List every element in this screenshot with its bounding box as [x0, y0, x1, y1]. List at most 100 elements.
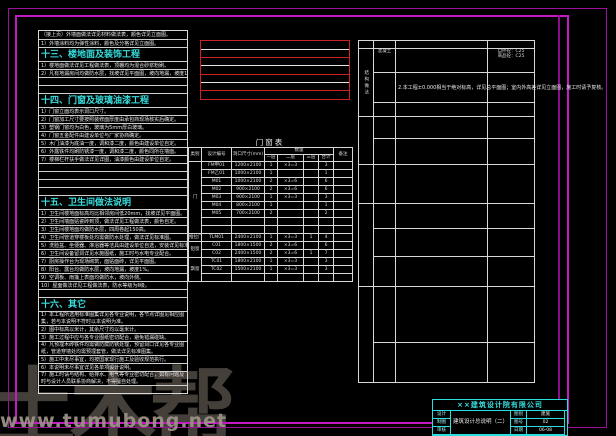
dw-cell: C01 [202, 242, 232, 250]
dw-row: M04800×210011 [189, 202, 353, 210]
dw-cell [304, 210, 319, 218]
dw-header-row: 类别设计编号洞口尺寸(mm)数量备注 [189, 148, 353, 155]
notes-line: 1）卫生间楼地面标高均比相邻房间低20mm，找坡详见平面图。 [39, 209, 187, 217]
rt-cell [396, 204, 488, 229]
rt-row [359, 287, 535, 343]
rt-group-cell [359, 204, 374, 287]
title-block-company: ××建筑设计院有限公司 [433, 400, 567, 411]
dw-cell [304, 274, 319, 282]
dw-cell: ×3=6 [278, 250, 304, 258]
dw-cell [334, 258, 353, 266]
rt-cell [396, 103, 488, 117]
dw-cell [278, 170, 304, 178]
notes-section-header: 十六、其它 [39, 297, 187, 311]
notes-line: 2）图中标高以米计，其余尺寸均以毫米计。 [39, 325, 187, 333]
rt-row [359, 103, 535, 117]
dw-cell [232, 274, 265, 282]
dw-cell: 2 [265, 178, 278, 186]
general-notes-column: （接上页）外墙面做法详见材料做法表，颜色详见立面图。1）外墙涂料均为弹性涂料，颜… [38, 30, 188, 394]
dw-cell: ×3=3 [278, 266, 304, 274]
dw-cell: M05 [202, 210, 232, 218]
rt-cell [488, 343, 535, 383]
dw-cell: 800×2100 [232, 202, 265, 210]
rt-cell: 自拌砼：C25 商品砼：C25 [488, 49, 535, 73]
rt-row [359, 257, 535, 287]
dw-cell: 2400×1500 [232, 250, 265, 258]
dw-cell: 2 [265, 250, 278, 258]
dw-cell: 2 [265, 186, 278, 194]
notes-empty-row [39, 77, 187, 85]
rt-cell [374, 229, 396, 257]
rt-row: 结构做法混凝土自拌砼：C25 商品砼：C25 [359, 49, 535, 73]
dw-cell: 1 [265, 266, 278, 274]
rt-cell [396, 139, 488, 165]
dw-group-label: 飘窗 [189, 258, 202, 282]
rt-cell [488, 165, 535, 204]
dw-cell [278, 226, 304, 234]
dw-header-cell: 类别 [189, 148, 202, 162]
dw-row: M011000×21002×3=66 [189, 178, 353, 186]
dw-cell: 1 [265, 194, 278, 202]
dw-cell: 1 [265, 202, 278, 210]
dw-cell: 1200×2100 [232, 162, 265, 170]
dw-cell: TC02 [202, 266, 232, 274]
rt-row [359, 139, 535, 165]
ruled-line [201, 74, 349, 75]
rt-cell [374, 103, 396, 117]
dw-subheader-cell: 合计 [319, 155, 334, 162]
dw-cell: M02 [202, 186, 232, 194]
rt-cell [396, 287, 488, 343]
dw-cell [334, 186, 353, 194]
rt-row [359, 117, 535, 139]
dw-cell [202, 218, 232, 226]
dw-row: 飘窗TC011800×21001×3=33 [189, 258, 353, 266]
title-block-grid: 设计建筑设计总说明（二）图别建施制图图号02审核日期06-08 [433, 411, 567, 435]
notes-line: 4）凡预埋木砖铁件均需做防腐防锈处理，预留洞口详见各专业图纸，管道穿墙处均需预埋… [39, 341, 187, 355]
rt-cell [396, 49, 488, 73]
dw-cell: TC01 [202, 258, 232, 266]
rt-header-cell [488, 41, 535, 49]
dw-cell: 1800×2100 [232, 258, 265, 266]
rt-row [359, 204, 535, 229]
rt-cell [488, 103, 535, 117]
rt-row [359, 343, 535, 383]
dw-cell: 900×2100 [232, 186, 265, 194]
notes-line: 3）卫生间楼地面均做防水层，四周卷起150高。 [39, 225, 187, 233]
dw-cell: 6 [319, 186, 334, 194]
dw-cell: M04 [202, 202, 232, 210]
notes-line: 10）屋面做法详见工程做法表，防水等级为Ⅱ级。 [39, 281, 187, 289]
notes-empty-row [39, 85, 187, 93]
dw-cell [334, 242, 353, 250]
rt-header-row [359, 41, 535, 49]
materials-table-grid: 结构做法混凝土自拌砼：C25 商品砼：C25 [358, 40, 535, 383]
notes-empty-row [39, 289, 187, 297]
door-window-table: 类别设计编号洞口尺寸(mm)数量备注一层二层三层合计门FM甲011200×210… [188, 147, 353, 282]
rt-cell [396, 257, 488, 287]
materials-table: 结构做法混凝土自拌砼：C25 商品砼：C25 [358, 40, 534, 383]
notes-line: 7）楼梯栏杆扶手做法详见详图，油漆颜色由建设单位自定。 [39, 155, 187, 163]
dw-cell [304, 178, 319, 186]
cad-sheet: 土木帮 （接上页）外墙面做法详见材料做法表，颜色详见立面图。1）外墙涂料均为弹性… [0, 0, 616, 436]
rt-cell [488, 287, 535, 343]
dw-cell [278, 202, 304, 210]
rt-cell [396, 229, 488, 257]
rt-cell [374, 257, 396, 287]
dw-cell: 2 [265, 210, 278, 218]
dw-cell: ×3=6 [278, 242, 304, 250]
title-block-right-label: 图别 [511, 411, 527, 419]
title-block-right-value: 06-08 [527, 427, 565, 435]
dw-cell [265, 218, 278, 226]
dw-cell [334, 234, 353, 242]
title-block-right-value: 建施 [527, 411, 565, 419]
rt-cell [488, 204, 535, 229]
notes-line: 1）外墙涂料均为弹性涂料，颜色及分格详见立面图。 [39, 39, 187, 47]
ruled-line [201, 90, 349, 91]
dw-cell: 1 [265, 162, 278, 170]
dw-cell [278, 218, 304, 226]
rt-cell [374, 117, 396, 139]
dw-cell: 6 [319, 242, 334, 250]
dw-cell [304, 186, 319, 194]
dw-cell: 1 [319, 202, 334, 210]
door-window-schedule: 门窗表 类别设计编号洞口尺寸(mm)数量备注一层二层三层合计门FM甲011200… [188, 138, 352, 282]
notes-line: 6）卫生间设备留洞详见水施图纸，施工时与水电专业配合。 [39, 249, 187, 257]
